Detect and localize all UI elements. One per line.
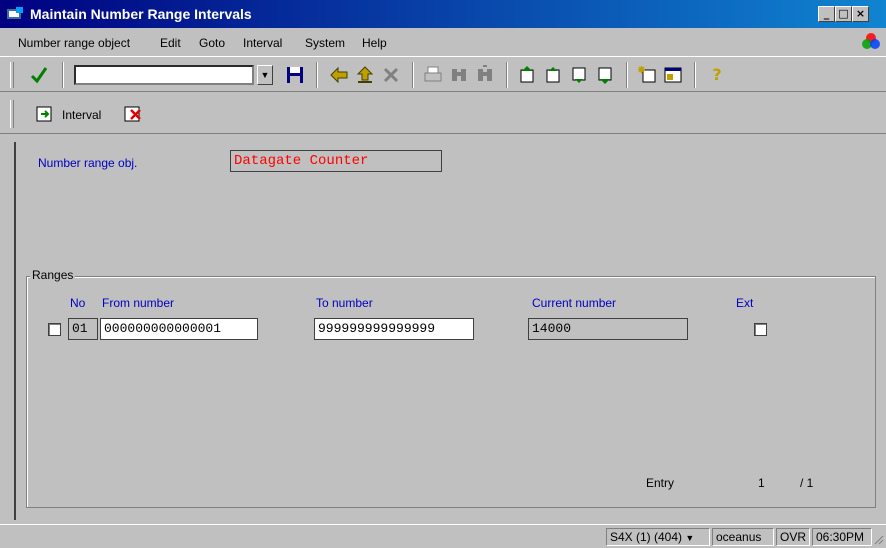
ranges-title: Ranges bbox=[30, 268, 76, 282]
ext-checkbox[interactable] bbox=[754, 323, 767, 336]
find-icon[interactable] bbox=[448, 64, 470, 86]
interval-delete-icon[interactable] bbox=[122, 103, 144, 125]
exit-icon[interactable] bbox=[354, 64, 376, 86]
toolbar-separator bbox=[506, 62, 508, 88]
entry-total: / 1 bbox=[800, 476, 814, 490]
back-icon[interactable] bbox=[328, 64, 350, 86]
menu-edit[interactable]: Edit bbox=[160, 36, 181, 50]
menu-interval[interactable]: Interval bbox=[243, 36, 282, 50]
toolbar-separator bbox=[62, 62, 64, 88]
next-page-icon[interactable] bbox=[568, 64, 590, 86]
column-ext: Ext bbox=[736, 296, 754, 310]
sap-logo-icon bbox=[862, 33, 880, 49]
entry-current: 1 bbox=[758, 476, 765, 490]
command-field-dropdown[interactable]: ▼ bbox=[257, 65, 273, 85]
application-toolbar: Interval bbox=[0, 94, 886, 134]
last-page-icon[interactable] bbox=[594, 64, 616, 86]
from-number-input[interactable]: 000000000000001 bbox=[100, 318, 258, 340]
toolbar-separator bbox=[316, 62, 318, 88]
toolbar-grip bbox=[10, 62, 14, 88]
interval-button-label[interactable]: Interval bbox=[62, 108, 101, 122]
system-dropdown-icon[interactable]: ▼ bbox=[685, 533, 694, 543]
enter-check-icon[interactable] bbox=[28, 64, 50, 86]
first-page-icon[interactable] bbox=[516, 64, 538, 86]
row-select-checkbox[interactable] bbox=[48, 323, 61, 336]
help-icon[interactable]: ? bbox=[706, 64, 728, 86]
previous-page-icon[interactable] bbox=[542, 64, 564, 86]
find-next-icon[interactable] bbox=[474, 64, 496, 86]
number-range-obj-field: Datagate Counter bbox=[230, 150, 442, 172]
entry-label: Entry bbox=[646, 476, 675, 490]
to-number-input[interactable]: 999999999999999 bbox=[314, 318, 474, 340]
main-content: Number range obj. Datagate Counter Range… bbox=[14, 142, 880, 520]
toolbar-separator bbox=[412, 62, 414, 88]
system-info-panel[interactable]: S4X (1) (404) ▼ bbox=[606, 528, 710, 546]
current-number-field: 14000 bbox=[528, 318, 688, 340]
cancel-icon[interactable] bbox=[380, 64, 402, 86]
app-toolbar-grip bbox=[10, 100, 14, 128]
shortcut-icon[interactable] bbox=[662, 64, 684, 86]
server-panel: oceanus bbox=[712, 528, 774, 546]
column-from-number: From number bbox=[102, 296, 175, 310]
minimize-button[interactable]: _ bbox=[818, 6, 835, 22]
menu-system[interactable]: System bbox=[305, 36, 345, 50]
ranges-groupbox bbox=[26, 276, 876, 508]
menu-number-range-object[interactable]: Number range object bbox=[18, 36, 130, 50]
column-no: No bbox=[70, 296, 86, 310]
time-panel: 06:30PM bbox=[812, 528, 872, 546]
column-current-number: Current number bbox=[532, 296, 617, 310]
status-bar: S4X (1) (404) ▼ oceanus OVR 06:30PM bbox=[0, 524, 886, 548]
row-no-field: 01 bbox=[68, 318, 98, 340]
column-to-number: To number bbox=[316, 296, 373, 310]
menu-bar: Number range object Edit Goto Interval S… bbox=[0, 28, 886, 54]
close-button[interactable]: × bbox=[852, 6, 869, 22]
number-range-obj-label: Number range obj. bbox=[38, 156, 138, 170]
interval-insert-icon[interactable] bbox=[34, 103, 56, 125]
resize-grip-icon[interactable] bbox=[874, 535, 884, 545]
menu-help[interactable]: Help bbox=[362, 36, 387, 50]
standard-toolbar: ▼ ? bbox=[0, 56, 886, 92]
command-field[interactable] bbox=[74, 65, 254, 85]
maximize-button[interactable]: □ bbox=[835, 6, 852, 22]
menu-goto[interactable]: Goto bbox=[199, 36, 225, 50]
create-session-icon[interactable] bbox=[636, 64, 658, 86]
toolbar-separator bbox=[694, 62, 696, 88]
sap-window-icon bbox=[7, 7, 23, 19]
toolbar-separator bbox=[626, 62, 628, 88]
print-icon[interactable] bbox=[422, 64, 444, 86]
window-title: Maintain Number Range Intervals bbox=[30, 6, 252, 22]
system-info: S4X (1) (404) bbox=[610, 530, 683, 544]
title-bar: Maintain Number Range Intervals _ □ × bbox=[0, 0, 886, 28]
save-icon[interactable] bbox=[284, 64, 306, 86]
mode-panel[interactable]: OVR bbox=[776, 528, 810, 546]
